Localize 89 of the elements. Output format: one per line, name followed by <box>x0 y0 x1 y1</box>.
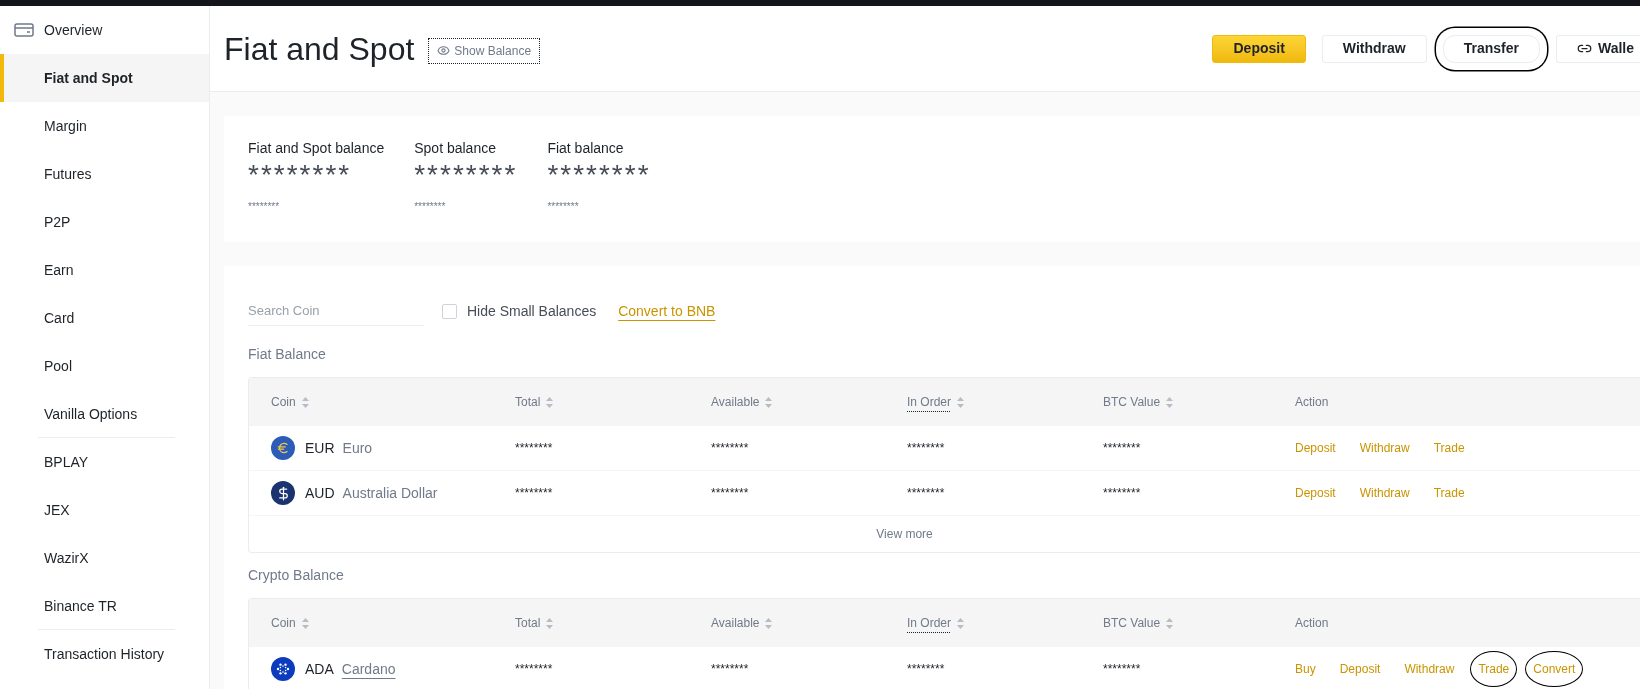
sort-icon <box>765 396 773 408</box>
view-more-link[interactable]: View more <box>876 525 933 543</box>
sort-icon <box>1166 396 1174 408</box>
sidebar-item[interactable]: Vanilla Options <box>0 390 209 438</box>
column-header[interactable]: Available <box>711 614 773 632</box>
column-header[interactable]: In Order <box>907 393 964 411</box>
convert-link[interactable]: Convert to BNB <box>618 300 716 322</box>
header-button[interactable]: Withdraw <box>1321 34 1427 63</box>
action-link[interactable]: Buy <box>1287 651 1324 687</box>
balance-sub-value: ******** <box>414 200 447 214</box>
column-header[interactable]: Coin <box>271 614 309 632</box>
masked-amount: ******** <box>907 440 945 457</box>
masked-amount: ******** <box>907 661 945 678</box>
column-header[interactable]: Coin <box>271 393 309 411</box>
coin-code: AUD <box>305 483 335 503</box>
masked-amount: ******** <box>711 485 749 502</box>
column-header[interactable]: Available <box>711 393 773 411</box>
masked-amount: ******** <box>1103 440 1141 457</box>
sidebar-item[interactable]: Futures <box>0 150 209 198</box>
sidebar-item[interactable]: Pool <box>0 342 209 390</box>
balance-label: Fiat balance <box>547 139 625 158</box>
masked-amount: ******** <box>711 661 749 678</box>
sidebar-item[interactable]: Transaction History <box>0 630 209 678</box>
masked-amount: ******** <box>1103 485 1141 502</box>
balance-sub-value: ******** <box>547 200 580 214</box>
sidebar-item[interactable]: Margin <box>0 102 209 150</box>
balance-value: ******** <box>414 159 518 191</box>
sort-icon <box>546 396 554 408</box>
search-field[interactable]: Search Coin <box>248 296 424 326</box>
masked-amount: ******** <box>907 485 945 502</box>
header-button[interactable]: Deposit <box>1212 34 1306 63</box>
masked-amount: ******** <box>515 485 553 502</box>
coin-code: ADA <box>305 659 334 679</box>
balance-sub-value: ******** <box>248 200 281 214</box>
sort-icon <box>1166 617 1174 629</box>
sidebar-item[interactable]: P2P <box>0 198 209 246</box>
action-link[interactable]: Trade <box>1425 430 1473 466</box>
euro-coin-icon <box>271 436 295 460</box>
sort-icon <box>957 396 964 408</box>
checkbox[interactable] <box>442 303 457 319</box>
balance-label: Spot balance <box>414 139 497 158</box>
action-link[interactable]: Trade <box>1425 475 1473 511</box>
masked-amount: ******** <box>515 440 553 457</box>
column-header: Action <box>1295 615 1329 632</box>
checkbox-label: Hide Small Balances <box>467 301 597 321</box>
action-link[interactable]: Withdraw <box>1351 475 1418 511</box>
sort-icon <box>301 396 309 408</box>
sidebar-item[interactable]: Earn <box>0 246 209 294</box>
sidebar-item[interactable]: Card <box>0 294 209 342</box>
coin-name: Euro <box>342 438 373 458</box>
sort-icon <box>546 617 554 629</box>
sidebar-item[interactable]: WazirX <box>0 534 209 582</box>
dollar-coin-icon <box>271 481 295 505</box>
wallet-button[interactable]: Walle <box>1555 34 1640 63</box>
cardano-coin-icon <box>271 657 295 681</box>
action-link[interactable]: Deposit <box>1287 475 1344 511</box>
action-link[interactable]: Withdraw <box>1351 430 1418 466</box>
column-header[interactable]: Total <box>515 393 554 411</box>
section-title: Crypto Balance <box>248 566 344 585</box>
section-title: Fiat Balance <box>248 345 326 364</box>
action-link[interactable]: Deposit <box>1331 651 1389 687</box>
column-header: Action <box>1295 394 1329 411</box>
sidebar-item[interactable]: Fiat and Spot <box>0 54 209 102</box>
masked-amount: ******** <box>711 440 749 457</box>
balance-value: ******** <box>547 159 651 191</box>
action-link[interactable]: Deposit <box>1287 430 1344 466</box>
sort-icon <box>301 617 309 629</box>
sort-icon <box>765 617 773 629</box>
coin-code: EUR <box>305 438 335 458</box>
sort-icon <box>957 617 964 629</box>
column-header[interactable]: BTC Value <box>1103 393 1174 411</box>
sidebar-item[interactable]: Overview <box>0 6 209 54</box>
eye-icon <box>437 44 451 57</box>
masked-amount: ******** <box>1103 661 1141 678</box>
masked-amount: ******** <box>515 661 553 678</box>
coin-name: Australia Dollar <box>342 483 438 503</box>
sidebar-item[interactable]: Binance TR <box>0 582 209 630</box>
show-balance-button[interactable]: Show Balance <box>428 37 541 64</box>
wallet-icon <box>14 22 34 38</box>
column-header[interactable]: BTC Value <box>1103 614 1174 632</box>
balance-label: Fiat and Spot balance <box>248 139 385 158</box>
coin-name: Cardano <box>341 659 396 679</box>
page-title: Fiat and Spot <box>224 29 415 69</box>
balance-value: ******** <box>248 159 353 191</box>
column-header[interactable]: Total <box>515 614 554 632</box>
column-header[interactable]: In Order <box>907 614 964 632</box>
sidebar-item[interactable]: JEX <box>0 486 209 534</box>
action-link[interactable]: Withdraw <box>1396 651 1463 687</box>
sidebar-item[interactable]: BPLAY <box>0 438 209 486</box>
